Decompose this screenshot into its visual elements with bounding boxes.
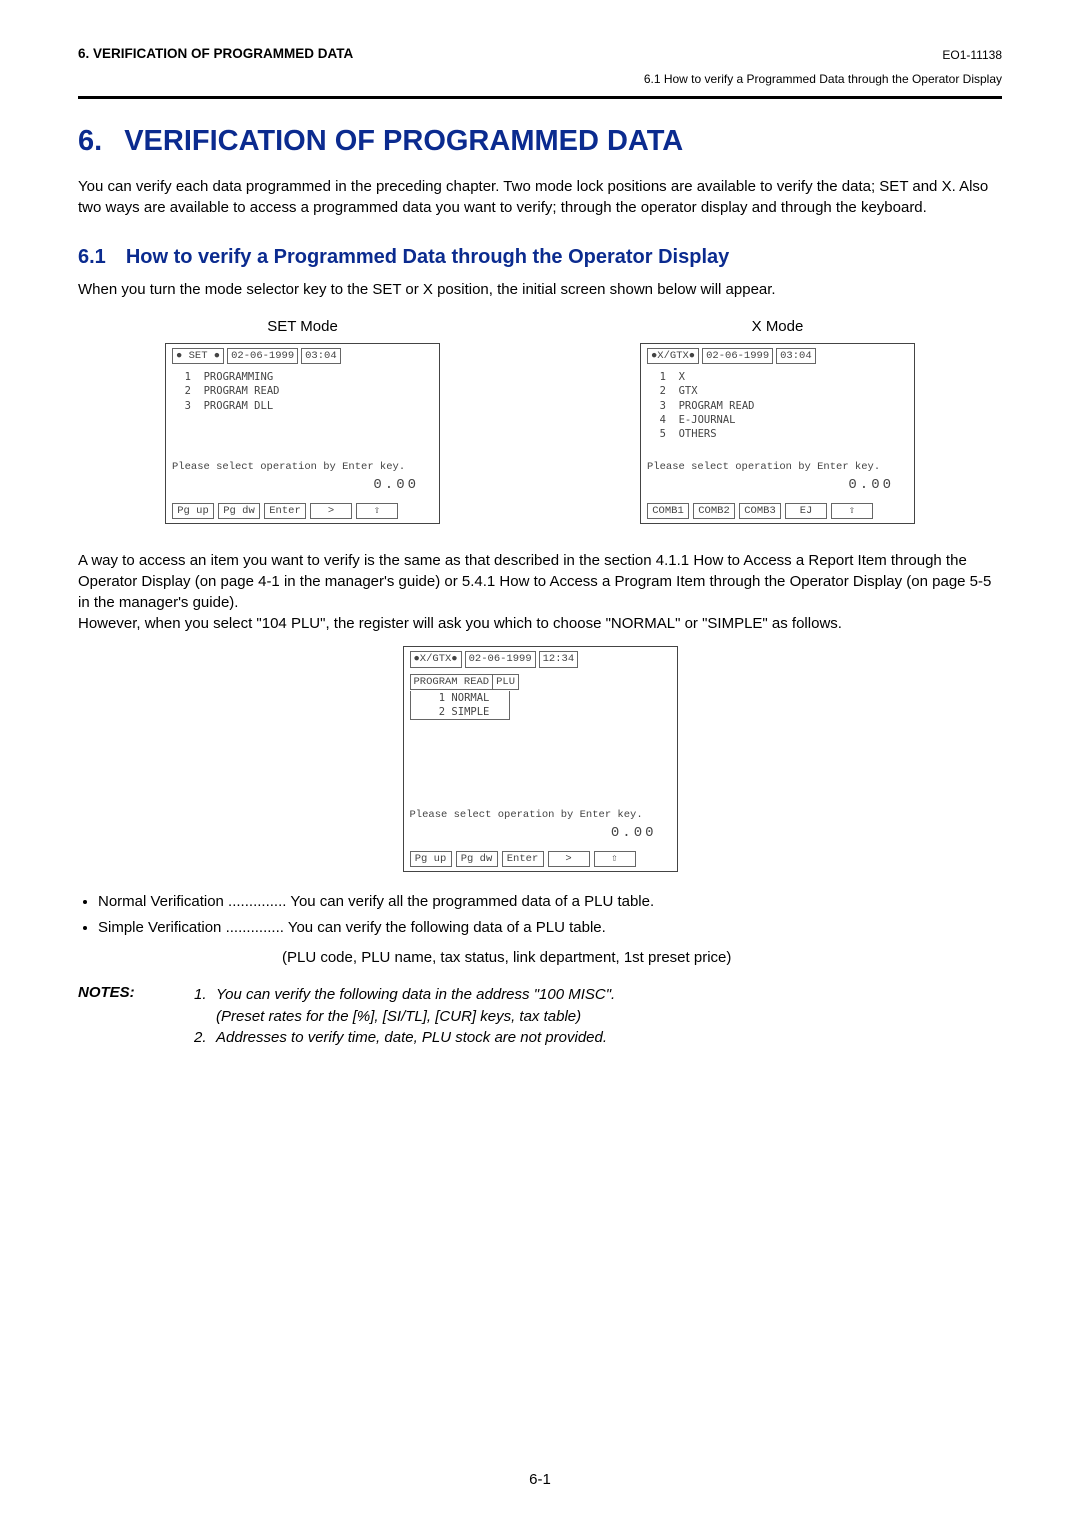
- lcd-btn-enter: Enter: [264, 503, 306, 519]
- header-rule: [78, 96, 1002, 99]
- lcd-amount: 0.00: [172, 476, 433, 495]
- lcd-menu: 1 PROGRAMMING 2 PROGRAM READ 3 PROGRAM D…: [172, 370, 433, 442]
- lcd-time: 12:34: [539, 651, 579, 667]
- simple-desc: You can verify the following data of a P…: [288, 919, 606, 936]
- lcd-btn-shift: ⇧: [831, 503, 873, 519]
- intro-paragraph: You can verify each data programmed in t…: [78, 176, 1002, 218]
- lcd-subtitle-1: PROGRAM READ: [410, 674, 494, 690]
- lcd-mode-badge: ●X/GTX●: [410, 651, 462, 667]
- notes-block: NOTES: 1.You can verify the following da…: [78, 984, 1002, 1049]
- doc-code: EO1-11138: [644, 46, 1002, 64]
- verification-list: Normal Verification .............. You c…: [78, 890, 1002, 939]
- note-2: Addresses to verify time, date, PLU stoc…: [216, 1027, 607, 1049]
- lcd-btn-shift: ⇧: [594, 851, 636, 867]
- lcd-btn-right: >: [310, 503, 352, 519]
- lcd-button-row: COMB1 COMB2 COMB3 EJ ⇧: [647, 503, 908, 519]
- x-mode-column: X Mode ●X/GTX● 02-06-1999 03:04 1 X 2 GT…: [640, 318, 915, 524]
- section-title-text: How to verify a Programmed Data through …: [126, 246, 729, 268]
- lcd-button-row: Pg up Pg dw Enter > ⇧: [172, 503, 433, 519]
- set-mode-screen: ● SET ● 02-06-1999 03:04 1 PROGRAMMING 2…: [165, 343, 440, 524]
- set-mode-label: SET Mode: [267, 318, 338, 335]
- mode-screens-row: SET Mode ● SET ● 02-06-1999 03:04 1 PROG…: [78, 318, 1002, 524]
- lcd-btn-pgdw: Pg dw: [218, 503, 260, 519]
- lcd-btn-right: >: [548, 851, 590, 867]
- lcd-time: 03:04: [776, 348, 816, 364]
- lcd-prompt: Please select operation by Enter key.: [172, 460, 433, 474]
- lcd-menu: 1 X 2 GTX 3 PROGRAM READ 4 E-JOURNAL 5 O…: [647, 370, 908, 442]
- section-intro: When you turn the mode selector key to t…: [78, 279, 1002, 300]
- chapter-title-text: VERIFICATION OF PROGRAMMED DATA: [124, 125, 683, 157]
- set-mode-column: SET Mode ● SET ● 02-06-1999 03:04 1 PROG…: [165, 318, 440, 524]
- section-number: 6.1: [78, 246, 106, 268]
- lcd-btn-comb2: COMB2: [693, 503, 735, 519]
- x-mode-screen: ●X/GTX● 02-06-1999 03:04 1 X 2 GTX 3 PRO…: [640, 343, 915, 524]
- normal-desc: You can verify all the programmed data o…: [290, 893, 654, 910]
- header-left: 6. VERIFICATION OF PROGRAMMED DATA: [78, 46, 353, 61]
- list-item: Simple Verification .............. You c…: [98, 916, 1002, 939]
- page-header: 6. VERIFICATION OF PROGRAMMED DATA EO1-1…: [78, 46, 1002, 88]
- lcd-date: 02-06-1999: [227, 348, 298, 364]
- lcd-date: 02-06-1999: [702, 348, 773, 364]
- simple-extra: (PLU code, PLU name, tax status, link de…: [282, 949, 1002, 966]
- lcd-btn-ej: EJ: [785, 503, 827, 519]
- lcd-mode-badge: ●X/GTX●: [647, 348, 699, 364]
- lcd-btn-comb1: COMB1: [647, 503, 689, 519]
- lcd-btn-enter: Enter: [502, 851, 544, 867]
- lcd-btn-shift: ⇧: [356, 503, 398, 519]
- note-1-line-b: (Preset rates for the [%], [SI/TL], [CUR…: [216, 1008, 581, 1025]
- lcd-subtitle-2: PLU: [492, 674, 519, 690]
- chapter-number: 6.: [78, 125, 102, 157]
- normal-label: Normal Verification: [98, 893, 224, 910]
- mid-paragraph: A way to access an item you want to veri…: [78, 550, 1002, 634]
- lcd-btn-pgup: Pg up: [172, 503, 214, 519]
- lcd-amount: 0.00: [410, 824, 671, 843]
- lcd-btn-pgup: Pg up: [410, 851, 452, 867]
- lcd-time: 03:04: [301, 348, 341, 364]
- notes-label: NOTES:: [78, 984, 194, 1049]
- notes-body: 1.You can verify the following data in t…: [194, 984, 615, 1049]
- header-subtitle: 6.1 How to verify a Programmed Data thro…: [644, 70, 1002, 88]
- lcd-prompt: Please select operation by Enter key.: [647, 460, 908, 474]
- page-number: 6-1: [0, 1471, 1080, 1488]
- x-mode-label: X Mode: [752, 318, 804, 335]
- lcd-amount: 0.00: [647, 476, 908, 495]
- lcd-btn-comb3: COMB3: [739, 503, 781, 519]
- lcd-button-row: Pg up Pg dw Enter > ⇧: [410, 851, 671, 867]
- plu-screen: ●X/GTX● 02-06-1999 12:34 PROGRAM READPLU…: [403, 646, 678, 872]
- lcd-menu: 1 NORMAL 2 SIMPLE: [414, 691, 490, 719]
- section-title: 6.1 How to verify a Programmed Data throu…: [78, 246, 1002, 269]
- lcd-date: 02-06-1999: [465, 651, 536, 667]
- list-item: Normal Verification .............. You c…: [98, 890, 1002, 913]
- chapter-title: 6. VERIFICATION OF PROGRAMMED DATA: [78, 125, 1002, 158]
- lcd-prompt: Please select operation by Enter key.: [410, 808, 671, 822]
- note-1-line-a: You can verify the following data in the…: [216, 986, 615, 1003]
- simple-label: Simple Verification: [98, 919, 221, 936]
- header-right: EO1-11138 6.1 How to verify a Programmed…: [644, 46, 1002, 88]
- lcd-btn-pgdw: Pg dw: [456, 851, 498, 867]
- lcd-mode-badge: ● SET ●: [172, 348, 224, 364]
